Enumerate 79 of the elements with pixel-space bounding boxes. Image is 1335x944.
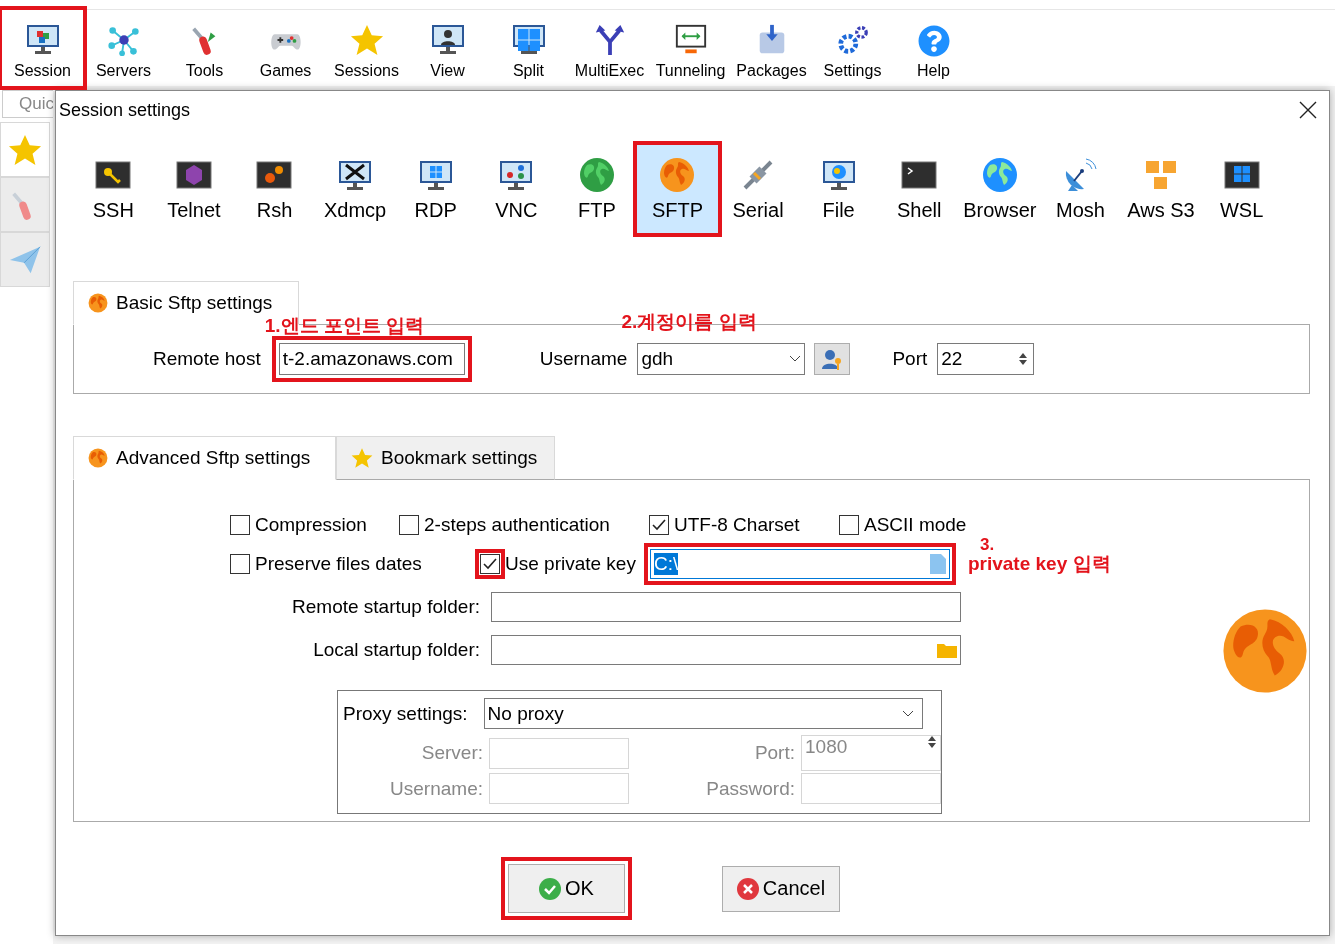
checkbox-label: 2-steps authentication <box>424 514 610 536</box>
session-type-button[interactable]: Rsh <box>234 145 315 233</box>
checkbox[interactable] <box>649 515 669 535</box>
field-label: Proxy settings: <box>343 702 468 725</box>
field-label: Port <box>892 348 928 370</box>
toolbar-button[interactable]: Games <box>245 10 326 84</box>
session-type-button[interactable]: WSL <box>1201 145 1282 233</box>
field-label: Server: <box>421 742 483 764</box>
session-type-button[interactable]: Mosh <box>1040 145 1121 233</box>
ok-button[interactable]: OK <box>508 864 625 913</box>
remote-folder-field[interactable] <box>491 592 961 622</box>
toolbar-button[interactable]: Split <box>488 10 569 84</box>
toolbar-button[interactable]: Session <box>2 10 83 84</box>
toolbar-button[interactable]: Servers <box>83 10 164 84</box>
close-icon[interactable] <box>1299 101 1317 119</box>
checkbox-label: Compression <box>255 514 367 536</box>
checkbox-label: Use private key <box>505 553 636 575</box>
toolbar-button[interactable]: Tools <box>164 10 245 84</box>
field-label: Remote host <box>153 348 261 370</box>
checkbox[interactable] <box>230 515 250 535</box>
dropdown-caret-icon <box>901 709 914 718</box>
checkbox[interactable] <box>230 554 250 574</box>
local-folder-field[interactable] <box>491 635 961 665</box>
globe-icon <box>88 448 108 468</box>
close-icon <box>736 877 759 900</box>
checkbox[interactable] <box>839 515 859 535</box>
toolbar-button[interactable]: Sessions <box>326 10 407 84</box>
port-spinner[interactable]: 22 <box>937 343 1035 375</box>
dialog-title: Session settings <box>59 99 191 121</box>
field-label: Username <box>539 348 628 370</box>
session-type-button[interactable]: File <box>798 145 879 233</box>
spinner-arrows-icon[interactable] <box>1019 353 1028 365</box>
field-label: Remote startup folder: <box>292 596 480 618</box>
globe-icon <box>1221 607 1309 695</box>
toolbar-button[interactable]: Settings <box>812 10 893 84</box>
toolbar-button[interactable]: Tunneling <box>650 10 731 84</box>
session-type-button[interactable]: Serial <box>717 145 799 233</box>
help-icon <box>917 25 950 57</box>
globe-icon <box>659 156 696 193</box>
star-icon <box>351 447 373 469</box>
session-type-button[interactable]: Aws S3 <box>1120 145 1202 233</box>
dropdown-caret-icon <box>789 355 802 363</box>
private-key-field[interactable]: C:\ <box>649 549 950 579</box>
annotation-text: private key 입력 <box>967 552 1111 576</box>
checkbox-label: Preserve files dates <box>255 553 422 575</box>
toolbar-button[interactable]: View <box>407 10 488 84</box>
annotation-text: 2.계정이름 입력 <box>621 310 757 334</box>
remote-host-field[interactable]: t-2.amazonaws.com <box>278 343 465 375</box>
session-type-button[interactable]: SFTP <box>637 145 718 233</box>
annotation-text: 3. <box>979 535 995 555</box>
checkbox-label: UTF-8 Charset <box>674 514 800 536</box>
session-type-button[interactable]: Browser <box>959 145 1041 233</box>
toolbar-button[interactable]: Help <box>893 10 974 84</box>
checkbox-label: ASCII mode <box>864 514 967 536</box>
checkbox[interactable] <box>399 515 419 535</box>
toolbar-button[interactable]: MultiExec <box>569 10 650 84</box>
field-label: Username: <box>390 777 483 800</box>
user-key-button[interactable] <box>814 343 851 375</box>
field-label: Password: <box>706 777 795 800</box>
globe-icon <box>578 156 615 193</box>
session-type-button[interactable]: RDP <box>395 145 476 233</box>
settings-tab[interactable]: Advanced Sftp settings <box>73 436 336 480</box>
globe-icon <box>88 293 108 313</box>
settings-tab[interactable]: Bookmark settings <box>336 436 555 480</box>
session-type-button[interactable]: FTP <box>556 145 638 233</box>
username-dropdown[interactable]: gdh <box>637 343 806 375</box>
session-type-button[interactable]: Shell <box>878 145 960 233</box>
session-type-button[interactable]: SSH <box>73 145 154 233</box>
session-type-button[interactable]: Telnet <box>153 145 235 233</box>
settings-icon <box>835 23 870 57</box>
field-label: Local startup folder: <box>313 639 480 661</box>
star-icon <box>349 23 384 57</box>
session-type-button[interactable]: Xdmcp <box>314 145 396 233</box>
globe-icon <box>981 156 1018 193</box>
check-icon <box>539 877 562 900</box>
field-label: Port: <box>754 742 795 764</box>
cancel-button[interactable]: Cancel <box>722 865 840 912</box>
session-type-button[interactable]: VNC <box>475 145 557 233</box>
toolbar-button[interactable]: Packages <box>731 10 812 84</box>
